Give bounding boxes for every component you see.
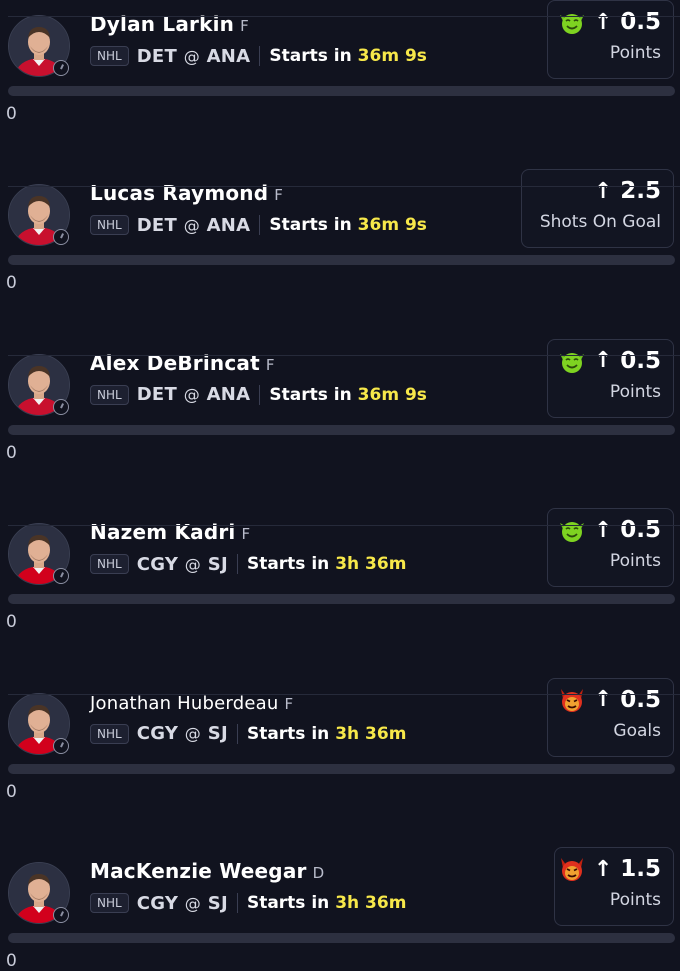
player-card[interactable]: Alex DeBrincat F NHL DET @ ANA Starts in 36m… [0,185,680,463]
pick-count: 0 [6,951,17,971]
card-divider [8,694,680,695]
start-time: Starts in 3h 36m [247,893,406,913]
line-value-row: ↑ 1.5 [558,856,661,882]
card-divider [8,185,680,187]
player-name-text: MacKenzie Weegar [90,859,307,883]
player-card[interactable]: Jonathan Huberdeau F NHL CGY @ SJ Starts in … [0,524,680,802]
projection-line-button[interactable]: ↑ 1.5 Points [554,847,674,926]
stat-type: Points [609,890,661,910]
arrow-up-icon: ↑ [593,856,613,882]
away-team: CGY [136,892,179,914]
countdown: 3h 36m [335,893,407,913]
clock-icon [53,907,69,923]
home-team: SJ [207,892,228,914]
demon-icon [560,858,583,881]
starts-label: Starts in [246,893,330,913]
card-divider [8,524,680,526]
player-card[interactable]: Dylan Larkin F NHL DET @ ANA Starts in 36m 9… [0,0,680,124]
player-card[interactable]: Nazem Kadri F NHL CGY @ SJ Starts in 3h 36m ↑… [0,355,680,632]
player-card[interactable]: MacKenzie Weegar D NHL CGY @ SJ Starts in 3h… [0,694,680,971]
league-badge: NHL [90,893,129,913]
meta-divider [236,893,238,913]
card-divider [8,355,680,357]
line-value: 1.5 [620,856,661,882]
matchup: CGY @ SJ [137,893,228,914]
game-info: NHL CGY @ SJ Starts in 3h 36m [90,892,406,914]
card-divider [8,16,680,18]
player-name[interactable]: MacKenzie Weegar D [90,859,324,883]
progress-bar [8,933,675,943]
at-symbol: @ [184,893,202,913]
player-card[interactable]: Lucas Raymond F NHL DET @ ANA Starts in 36m … [0,16,680,293]
player-position: D [312,864,325,882]
